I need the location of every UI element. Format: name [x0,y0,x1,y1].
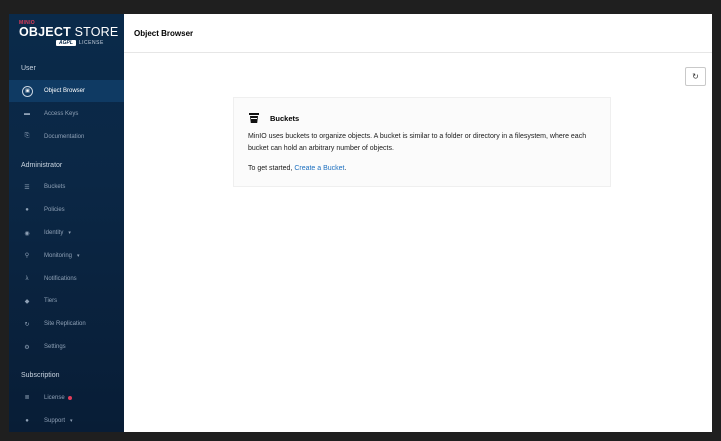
buckets-info-card: Buckets MinIO uses buckets to organize o… [233,97,611,187]
sidebar-item-label: Monitoring [44,252,73,259]
refresh-button[interactable]: ↻ [685,67,706,86]
sidebar-item-identity[interactable]: ◉ Identity ▾ [9,222,124,245]
refresh-icon: ↻ [692,72,699,81]
license-label: LICENSE [78,40,104,46]
sidebar-item-label: License [44,394,65,401]
bucket-icon [249,113,259,123]
replication-icon: ↻ [24,321,30,328]
agpl-badge: AGPL [56,40,76,46]
chevron-down-icon: ▾ [77,252,80,259]
sidebar-item-object-browser[interactable]: ▣ Object Browser [9,79,124,103]
create-bucket-link[interactable]: Create a Bucket [294,165,344,172]
brand-main: OBJECT STORE [19,25,119,39]
sidebar-item-label: Access Keys [44,110,79,117]
sidebar-item-label: Policies [44,207,65,214]
cta-suffix: . [344,165,347,172]
gear-icon: ⚙ [24,344,30,351]
card-cta: To get started, Create a Bucket. [248,165,596,172]
chevron-down-icon: ▾ [70,417,73,424]
section-user: User [21,65,36,73]
object-browser-icon: ▣ [22,85,33,97]
page-header: Object Browser [124,14,712,53]
sidebar-item-documentation[interactable]: ⎘ Documentation [9,125,124,148]
content-area: ↻ Buckets MinIO uses buckets to organize… [124,53,712,432]
support-icon: ● [25,417,29,424]
bucket-icon: ☰ [24,184,30,191]
sidebar-item-tiers[interactable]: ◆ Tiers [9,290,124,313]
sidebar-item-access-keys[interactable]: ▬ Access Keys [9,102,124,125]
brand-logo[interactable]: MINIO OBJECT STORE AGPL LICENSE [9,14,124,52]
sidebar-item-label: Tiers [44,298,58,305]
search-icon: ⚲ [24,253,30,260]
app-window: MINIO OBJECT STORE AGPL LICENSE User ▣ O… [9,14,712,432]
license-icon: ≣ [24,395,30,402]
sidebar-item-notifications[interactable]: λ Notifications [9,267,124,290]
key-icon: ▬ [24,110,30,117]
sidebar-item-support[interactable]: ● Support ▾ [9,409,124,432]
sidebar-item-label: Notifications [44,275,77,282]
sidebar-item-label: Support [44,417,66,424]
card-title: Buckets [270,113,300,123]
section-administrator: Administrator [21,161,63,169]
document-icon: ⎘ [24,133,30,140]
license-alert-dot [67,395,72,400]
sidebar-item-label: Documentation [44,133,85,140]
lambda-icon: λ [25,275,29,282]
sidebar-item-site-replication[interactable]: ↻ Site Replication [9,313,124,336]
card-header: Buckets [248,112,596,124]
page-title: Object Browser [134,28,194,38]
sidebar-item-buckets[interactable]: ☰ Buckets [9,176,124,199]
sidebar-item-settings[interactable]: ⚙ Settings [9,336,124,359]
sidebar: MINIO OBJECT STORE AGPL LICENSE User ▣ O… [9,14,124,432]
cta-prefix: To get started, [248,165,295,172]
main-panel: Object Browser ↻ Buckets MinIO uses buck… [124,14,712,432]
shield-icon: ● [25,207,29,214]
sidebar-item-monitoring[interactable]: ⚲ Monitoring ▾ [9,244,124,267]
sidebar-item-license[interactable]: ≣ License [9,386,124,409]
sidebar-item-label: Settings [44,344,66,351]
section-subscription: Subscription [21,371,60,379]
chevron-down-icon: ▾ [68,230,71,237]
sidebar-item-label: Site Replication [44,321,86,328]
sidebar-item-label: Object Browser [44,88,86,95]
card-description: MinIO uses buckets to organize objects. … [248,133,587,152]
identity-icon: ◉ [24,230,30,237]
brand-license-line: AGPL LICENSE [56,40,124,46]
sidebar-item-policies[interactable]: ● Policies [9,199,124,222]
sidebar-item-label: Identity [44,230,64,237]
sidebar-item-label: Buckets [44,184,66,191]
tiers-icon: ◆ [24,298,30,305]
